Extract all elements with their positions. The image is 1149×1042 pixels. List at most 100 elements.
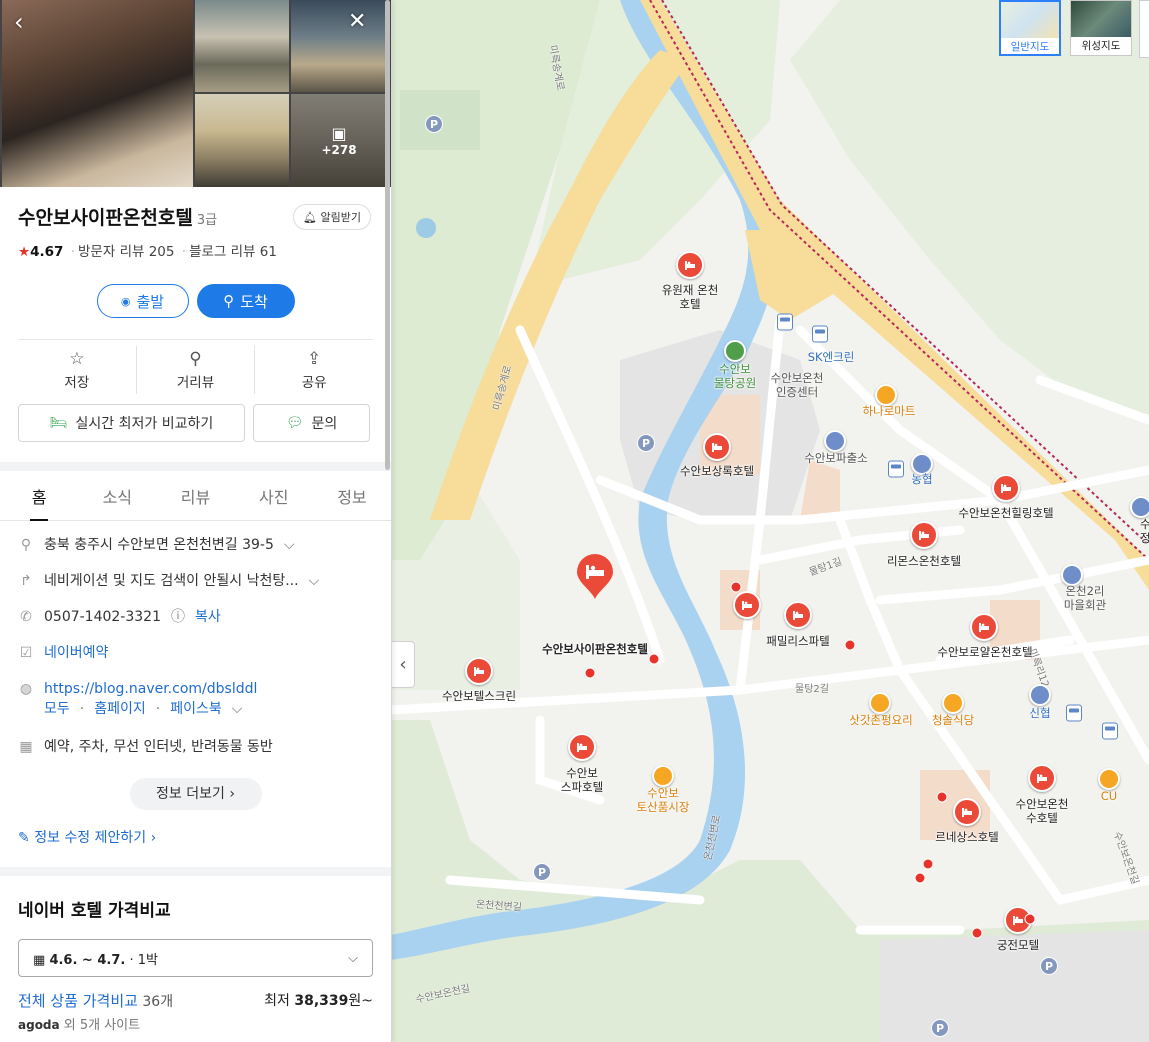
poi-dot[interactable]	[922, 858, 934, 870]
map-label[interactable]: SK엔크린	[808, 350, 855, 364]
arrive-button[interactable]: ⚲ 도착	[196, 284, 295, 318]
bus-stop-icon[interactable]	[1102, 722, 1118, 740]
map-label[interactable]: 청솔식당	[932, 713, 974, 727]
poi-dot[interactable]	[914, 872, 926, 884]
close-icon[interactable]: ✕	[348, 10, 366, 34]
map-label[interactable]: 르네상스호텔	[935, 830, 998, 844]
tab-reviews[interactable]: 리뷰	[156, 471, 234, 520]
parking-icon[interactable]: P	[533, 863, 551, 881]
poi-dot[interactable]	[844, 639, 856, 651]
map-label[interactable]: 수안보온천 인증센터	[771, 371, 824, 399]
inquiry-button[interactable]: 💬︎ 문의	[253, 404, 370, 442]
booking-link[interactable]: 네이버예약	[44, 643, 108, 663]
parking-icon[interactable]: P	[1040, 957, 1058, 975]
map-label[interactable]: 수안보텔스크린	[442, 689, 516, 703]
police-icon[interactable]	[824, 430, 846, 452]
tab-home[interactable]: 홈	[0, 471, 78, 520]
map-label[interactable]: 리몬스온천호텔	[887, 554, 961, 568]
hotel-pin[interactable]	[733, 591, 761, 619]
convenience-store-icon[interactable]	[1098, 768, 1120, 790]
map-label[interactable]: 하나로마트	[863, 404, 916, 418]
photo-main[interactable]	[2, 0, 193, 187]
parking-icon[interactable]: P	[425, 115, 443, 133]
poi-dot[interactable]	[648, 653, 660, 665]
hotel-pin[interactable]	[676, 251, 704, 279]
visitor-reviews-link[interactable]: 방문자 리뷰 205	[78, 244, 174, 260]
date-selector[interactable]: ▦ 4.6. ~ 4.7. · 1박 ⌵	[18, 939, 373, 977]
hotel-pin[interactable]	[703, 433, 731, 461]
restaurant-icon[interactable]	[942, 692, 964, 714]
poi-dot[interactable]	[936, 791, 948, 803]
park-icon[interactable]	[724, 340, 746, 362]
save-button[interactable]: ☆ 저장	[18, 346, 136, 394]
map-label[interactable]: 농협	[911, 472, 932, 486]
bus-stop-icon[interactable]	[1130, 496, 1149, 518]
photo-thumb[interactable]	[195, 94, 289, 187]
map-label[interactable]: 수안보 토산품시장	[637, 786, 690, 814]
hotel-pin[interactable]	[568, 733, 596, 761]
tab-news[interactable]: 소식	[78, 471, 156, 520]
alarm-button[interactable]: 🔔︎ 알림받기	[293, 204, 371, 230]
photo-thumb[interactable]	[195, 0, 289, 92]
all-products-link[interactable]: 전체 상품 가격비교	[18, 992, 138, 1010]
selected-place-label[interactable]: 수안보사이판온천호텔	[542, 642, 648, 656]
homepage-link-facebook[interactable]: 페이스북	[170, 699, 222, 719]
chevron-down-icon[interactable]: ⌵	[232, 699, 243, 719]
map-label[interactable]: 삿갓촌펑요리	[849, 713, 912, 727]
parking-icon[interactable]: P	[931, 1019, 949, 1037]
market-icon[interactable]	[652, 765, 674, 787]
homepage-link-all[interactable]: 모두	[44, 699, 70, 719]
hotel-pin[interactable]	[784, 601, 812, 629]
more-info-button[interactable]: 정보 더보기 ›	[129, 778, 262, 810]
hotel-pin[interactable]	[970, 613, 998, 641]
map-label[interactable]: 수안보온천힐링호텔	[958, 506, 1053, 520]
tab-info[interactable]: 정보	[313, 471, 391, 520]
bus-stop-icon[interactable]	[888, 460, 904, 478]
map-label[interactable]: 수안보 스파호텔	[561, 766, 603, 794]
street-view-button[interactable]: ⚲ 거리뷰	[135, 346, 255, 394]
building-icon[interactable]	[1061, 564, 1083, 586]
map-type-normal-button[interactable]: 일반지도	[999, 0, 1061, 56]
map-label[interactable]: 수안보온천 수호텔	[1016, 797, 1069, 825]
edit-suggest-link[interactable]: ✎ 정보 수정 제안하기 ›	[0, 810, 391, 857]
map-label[interactable]: CU	[1101, 789, 1117, 803]
homepage-link[interactable]: https://blog.naver.com/dbslddl	[44, 679, 257, 699]
map-label[interactable]: 수안보 시 정류소	[1140, 517, 1149, 545]
map-control-edge[interactable]	[1139, 0, 1149, 58]
hotel-pin[interactable]	[992, 474, 1020, 502]
hotel-pin[interactable]	[465, 657, 493, 685]
restaurant-icon[interactable]	[869, 692, 891, 714]
collapse-panel-button[interactable]: ‹	[392, 641, 415, 688]
bus-stop-icon[interactable]	[1066, 704, 1082, 722]
homepage-link-home[interactable]: 홈페이지	[94, 699, 146, 719]
start-button[interactable]: ◉ 출발	[96, 284, 189, 318]
map-type-satellite-button[interactable]: 위성지도	[1070, 0, 1132, 56]
selected-location-pin[interactable]	[575, 554, 615, 600]
map-label[interactable]: 수안보 물탕공원	[714, 362, 756, 390]
parking-icon[interactable]: P	[637, 434, 655, 452]
photo-thumb[interactable]	[291, 0, 387, 92]
map-label[interactable]: 패밀리스파텔	[766, 634, 829, 648]
poi-dot[interactable]	[730, 581, 742, 593]
map-label[interactable]: 수안보파출소	[804, 451, 867, 465]
bus-stop-icon[interactable]	[812, 325, 828, 343]
hotel-pin[interactable]	[953, 798, 981, 826]
copy-button[interactable]: 복사	[195, 607, 221, 627]
mart-icon[interactable]	[875, 384, 897, 406]
blog-reviews-link[interactable]: 블로그 리뷰 61	[189, 244, 277, 260]
scrollbar[interactable]	[385, 0, 390, 470]
price-compare-button[interactable]: 🛏︎ 실시간 최저가 비교하기	[18, 404, 245, 442]
hotel-pin[interactable]	[1028, 764, 1056, 792]
nav-note-row[interactable]: ↱ 네비게이션 및 지도 검색이 안될시 낙천탕... ⌵	[18, 565, 373, 601]
map-label[interactable]: 수안보상록호텔	[680, 464, 754, 478]
map-label[interactable]: 유원재 온천 호텔	[662, 283, 719, 311]
map-label[interactable]: 궁전모텔	[997, 938, 1039, 952]
back-icon[interactable]: ‹	[14, 10, 24, 34]
tab-photos[interactable]: 사진	[235, 471, 313, 520]
bus-stop-icon[interactable]	[777, 313, 793, 331]
poi-dot[interactable]	[584, 667, 596, 679]
map-label[interactable]: 수안보로얄온천호텔	[937, 645, 1032, 659]
share-button[interactable]: ⇪ 공유	[254, 346, 373, 394]
bank-icon[interactable]	[1029, 684, 1051, 706]
address-row[interactable]: ⚲ 충북 충주시 수안보면 온천천변길 39-5 ⌵	[18, 529, 373, 565]
